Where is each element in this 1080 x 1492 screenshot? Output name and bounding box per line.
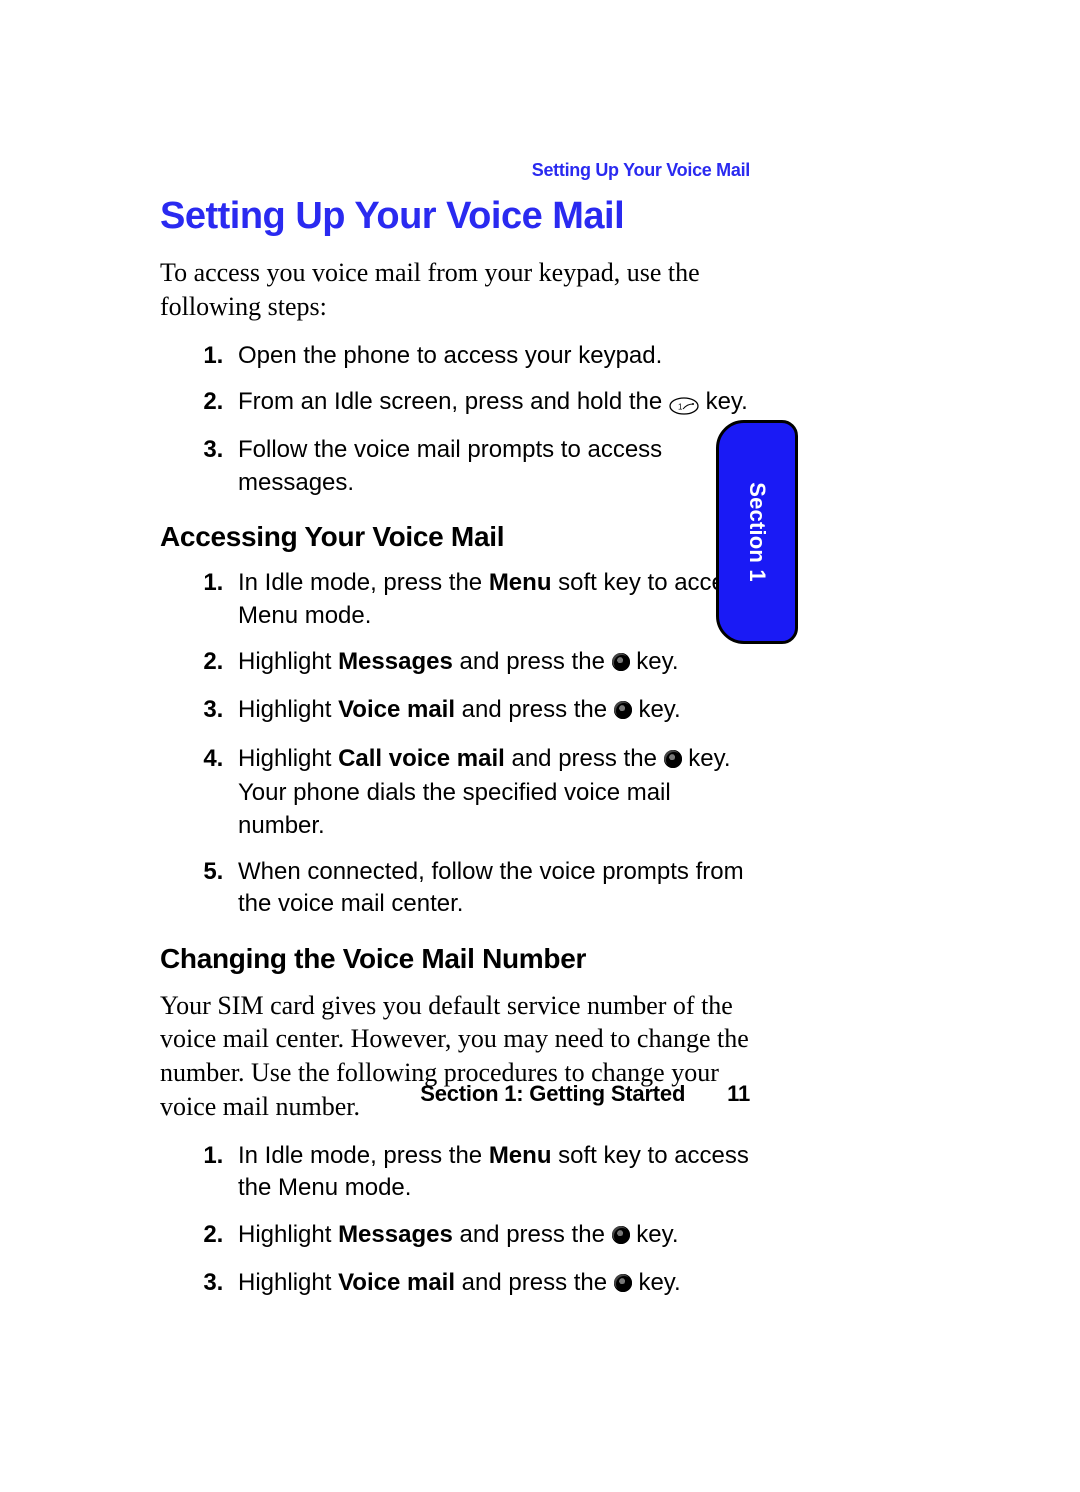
bold-call-voice-mail: Call voice mail [338,745,505,772]
page-title: Setting Up Your Voice Mail [160,195,760,238]
step-text: Highlight [238,696,338,723]
step-text: and press the [505,745,664,772]
ok-key-icon [612,1221,630,1253]
step-item: Follow the voice mail prompts to access … [230,434,760,499]
one-key-icon: 1 [669,388,699,420]
step-text: key. [632,696,681,723]
step-item: Open the phone to access your keypad. [230,340,760,372]
steps-list-1: Open the phone to access your keypad. Fr… [160,340,760,500]
step-text: key. [632,1269,681,1296]
ok-key-icon [614,696,632,728]
step-text: In Idle mode, press the [238,569,489,596]
step-text: Highlight [238,1221,338,1248]
bold-messages: Messages [338,1221,453,1248]
step-text: Highlight [238,1269,338,1296]
ok-key-icon [664,745,682,777]
bold-voice-mail: Voice mail [338,1269,455,1296]
step-text: Highlight [238,648,338,675]
step-item: Highlight Voice mail and press the key. [230,1267,760,1301]
step-item: In Idle mode, press the Menu soft key to… [230,567,760,632]
running-head: Setting Up Your Voice Mail [532,160,750,181]
bold-messages: Messages [338,648,453,675]
page-number: 11 [727,1081,750,1106]
page-content: Setting Up Your Voice Mail To access you… [160,195,760,1315]
bold-menu: Menu [489,1142,552,1169]
steps-list-2: In Idle mode, press the Menu soft key to… [160,567,760,921]
step-text: and press the [453,648,612,675]
step-text: key. [630,1221,679,1248]
subheading-accessing: Accessing Your Voice Mail [160,521,760,553]
section-tab-label: Section 1 [744,482,770,582]
step-item: Highlight Voice mail and press the key. [230,694,760,728]
bold-voice-mail: Voice mail [338,696,455,723]
ok-key-icon [614,1269,632,1301]
step-text: In Idle mode, press the [238,1142,489,1169]
step-text: Highlight [238,745,338,772]
step-item: From an Idle screen, press and hold the … [230,386,760,420]
step-text: and press the [455,696,614,723]
step-text: key. [699,388,748,415]
step-item: Highlight Messages and press the key. [230,646,760,680]
step-item: Highlight Messages and press the key. [230,1219,760,1253]
bold-menu: Menu [489,569,552,596]
svg-text:1: 1 [678,402,683,411]
subheading-changing: Changing the Voice Mail Number [160,943,760,975]
intro-paragraph: To access you voice mail from your keypa… [160,256,760,324]
ok-key-icon [612,648,630,680]
step-item: In Idle mode, press the Menu soft key to… [230,1140,760,1205]
steps-list-3: In Idle mode, press the Menu soft key to… [160,1140,760,1302]
manual-page: Setting Up Your Voice Mail Setting Up Yo… [0,0,1080,1492]
step-text: and press the [453,1221,612,1248]
step-text: key. [630,648,679,675]
step-text: From an Idle screen, press and hold the [238,388,669,415]
section-tab: Section 1 [716,420,798,644]
step-item: Highlight Call voice mail and press the … [230,743,760,842]
step-text: and press the [455,1269,614,1296]
footer-section-label: Section 1: Getting Started [420,1081,685,1106]
page-footer: Section 1: Getting Started 11 [420,1081,750,1107]
step-item: When connected, follow the voice prompts… [230,856,760,921]
